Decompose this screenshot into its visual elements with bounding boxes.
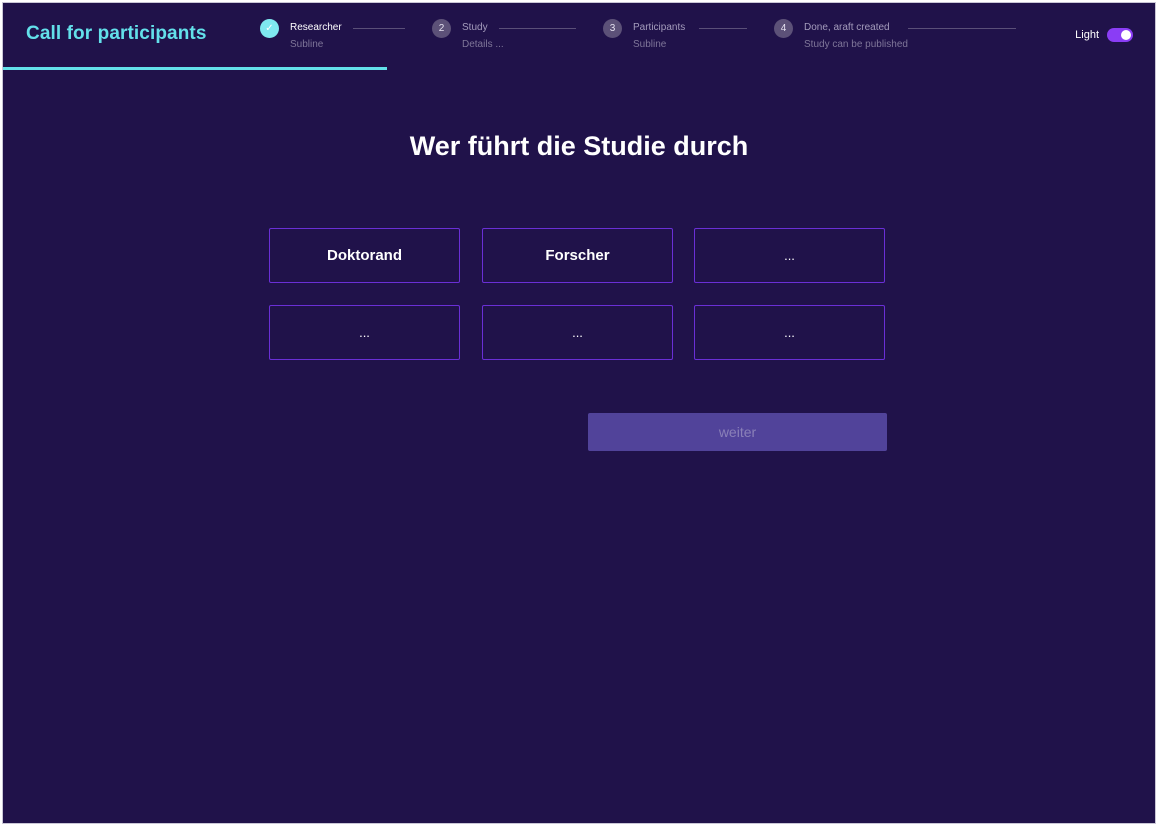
step-number: 2	[432, 19, 451, 38]
next-button[interactable]: weiter	[588, 413, 887, 451]
step-subtitle: Subline	[633, 39, 667, 50]
toggle-knob	[1121, 30, 1131, 40]
option-placeholder[interactable]: ...	[694, 228, 885, 283]
step-connector	[908, 28, 1016, 29]
step-connector	[499, 28, 576, 29]
option-forscher[interactable]: Forscher	[482, 228, 673, 283]
step-connector	[699, 28, 747, 29]
option-placeholder[interactable]: ...	[482, 305, 673, 360]
step-title: Done, araft created	[804, 22, 890, 33]
step-title: Researcher	[290, 22, 342, 33]
step-subtitle: Details ...	[462, 39, 504, 50]
theme-toggle[interactable]: Light	[1063, 28, 1133, 44]
progress-bar	[3, 67, 387, 70]
step-title: Participants	[633, 22, 686, 33]
step-subtitle: Subline	[290, 39, 324, 50]
option-placeholder[interactable]: ...	[694, 305, 885, 360]
app-frame: Call for participants ✓ Researcher Subli…	[2, 2, 1156, 824]
step-number: 3	[603, 19, 622, 38]
option-doktorand[interactable]: Doktorand	[269, 228, 460, 283]
step-subtitle: Study can be published	[804, 39, 908, 50]
app-title: Call for participants	[26, 23, 207, 44]
page-title: Wer führt die Studie durch	[409, 131, 749, 161]
step-connector	[353, 28, 405, 29]
toggle-switch[interactable]	[1107, 28, 1133, 42]
option-placeholder[interactable]: ...	[269, 305, 460, 360]
step-title: Study	[462, 22, 488, 33]
theme-label: Light	[1075, 29, 1099, 41]
step-number: 4	[774, 19, 793, 38]
check-icon: ✓	[260, 19, 279, 38]
